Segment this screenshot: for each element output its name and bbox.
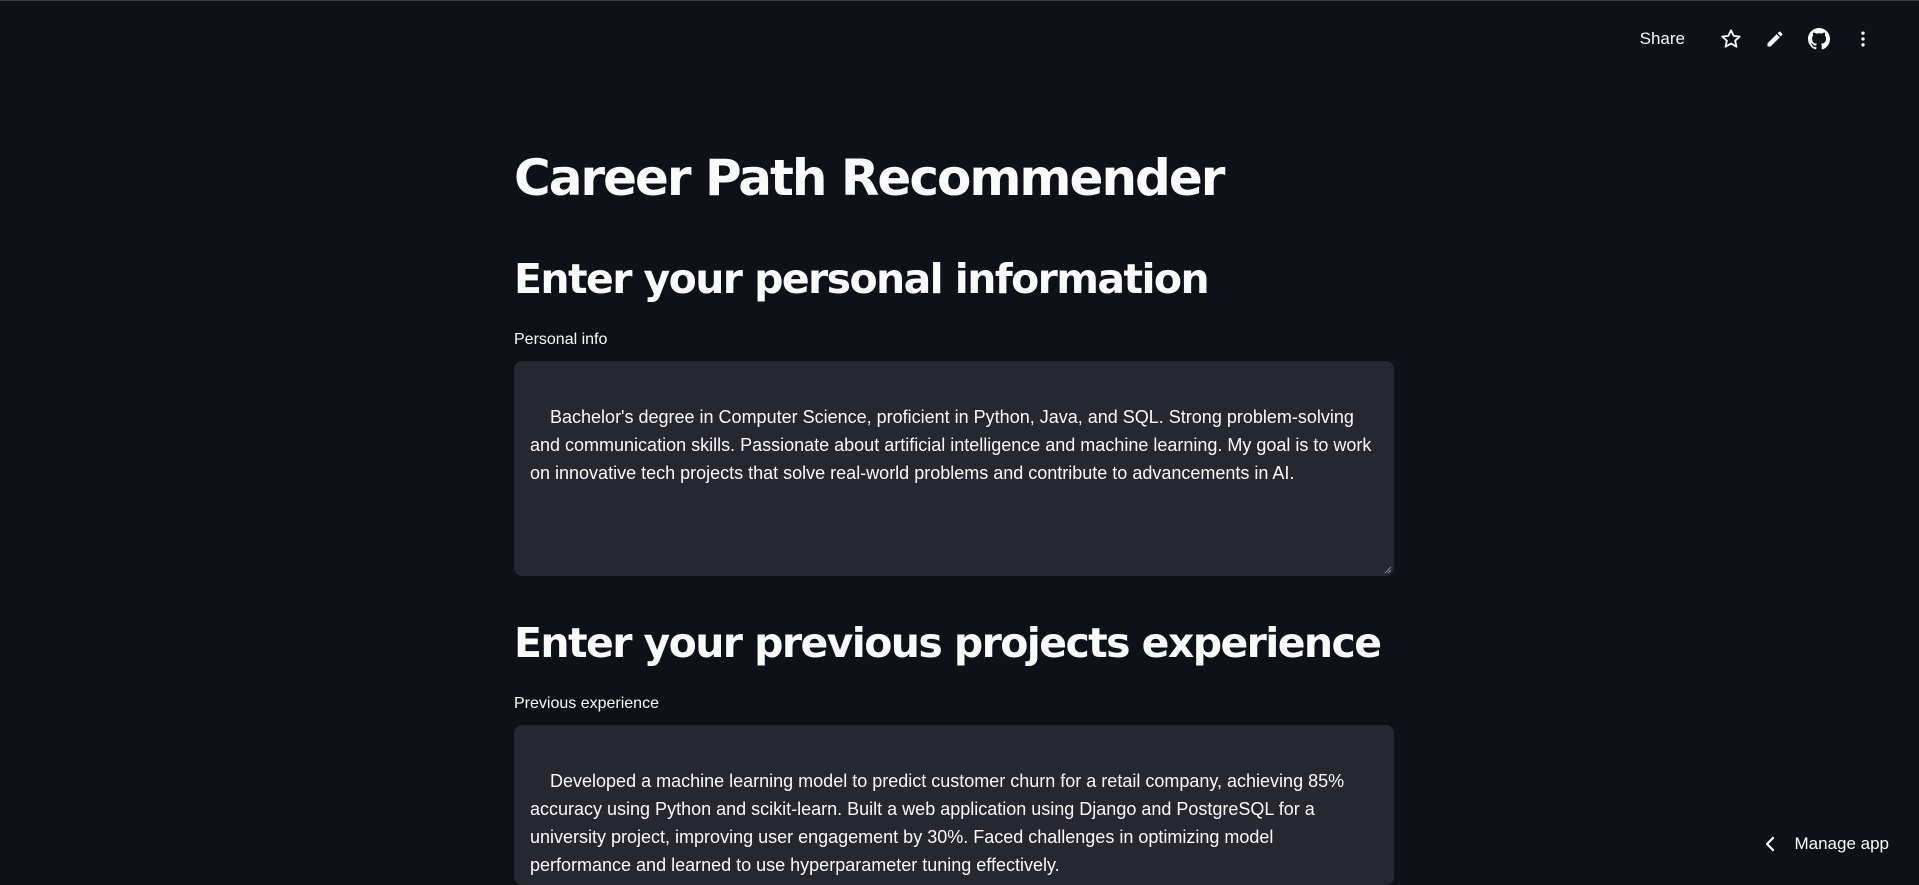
pencil-icon[interactable] [1753, 22, 1797, 56]
previous-experience-label: Previous experience [514, 695, 659, 713]
app-toolbar: Share [1640, 22, 1885, 56]
personal-info-text: Bachelor's degree in Computer Science, p… [530, 407, 1376, 483]
page-title: Career Path Recommender [514, 146, 1223, 210]
previous-experience-text: Developed a machine learning model to pr… [530, 771, 1349, 875]
previous-experience-textarea[interactable]: Developed a machine learning model to pr… [514, 725, 1394, 885]
personal-info-heading: Enter your personal information [514, 253, 1208, 305]
manage-app-label: Manage app [1794, 834, 1889, 854]
projects-experience-heading: Enter your previous projects experience [514, 617, 1380, 669]
share-button[interactable]: Share [1640, 29, 1685, 49]
star-icon[interactable] [1709, 22, 1753, 56]
manage-app-button[interactable]: Manage app [1764, 834, 1889, 854]
resize-handle-icon[interactable] [1384, 566, 1392, 574]
more-vertical-icon[interactable] [1841, 22, 1885, 56]
personal-info-textarea[interactable]: Bachelor's degree in Computer Science, p… [514, 361, 1394, 576]
chevron-left-icon [1764, 836, 1776, 852]
github-icon[interactable] [1797, 22, 1841, 56]
personal-info-label: Personal info [514, 331, 607, 349]
top-border [0, 0, 1919, 1]
